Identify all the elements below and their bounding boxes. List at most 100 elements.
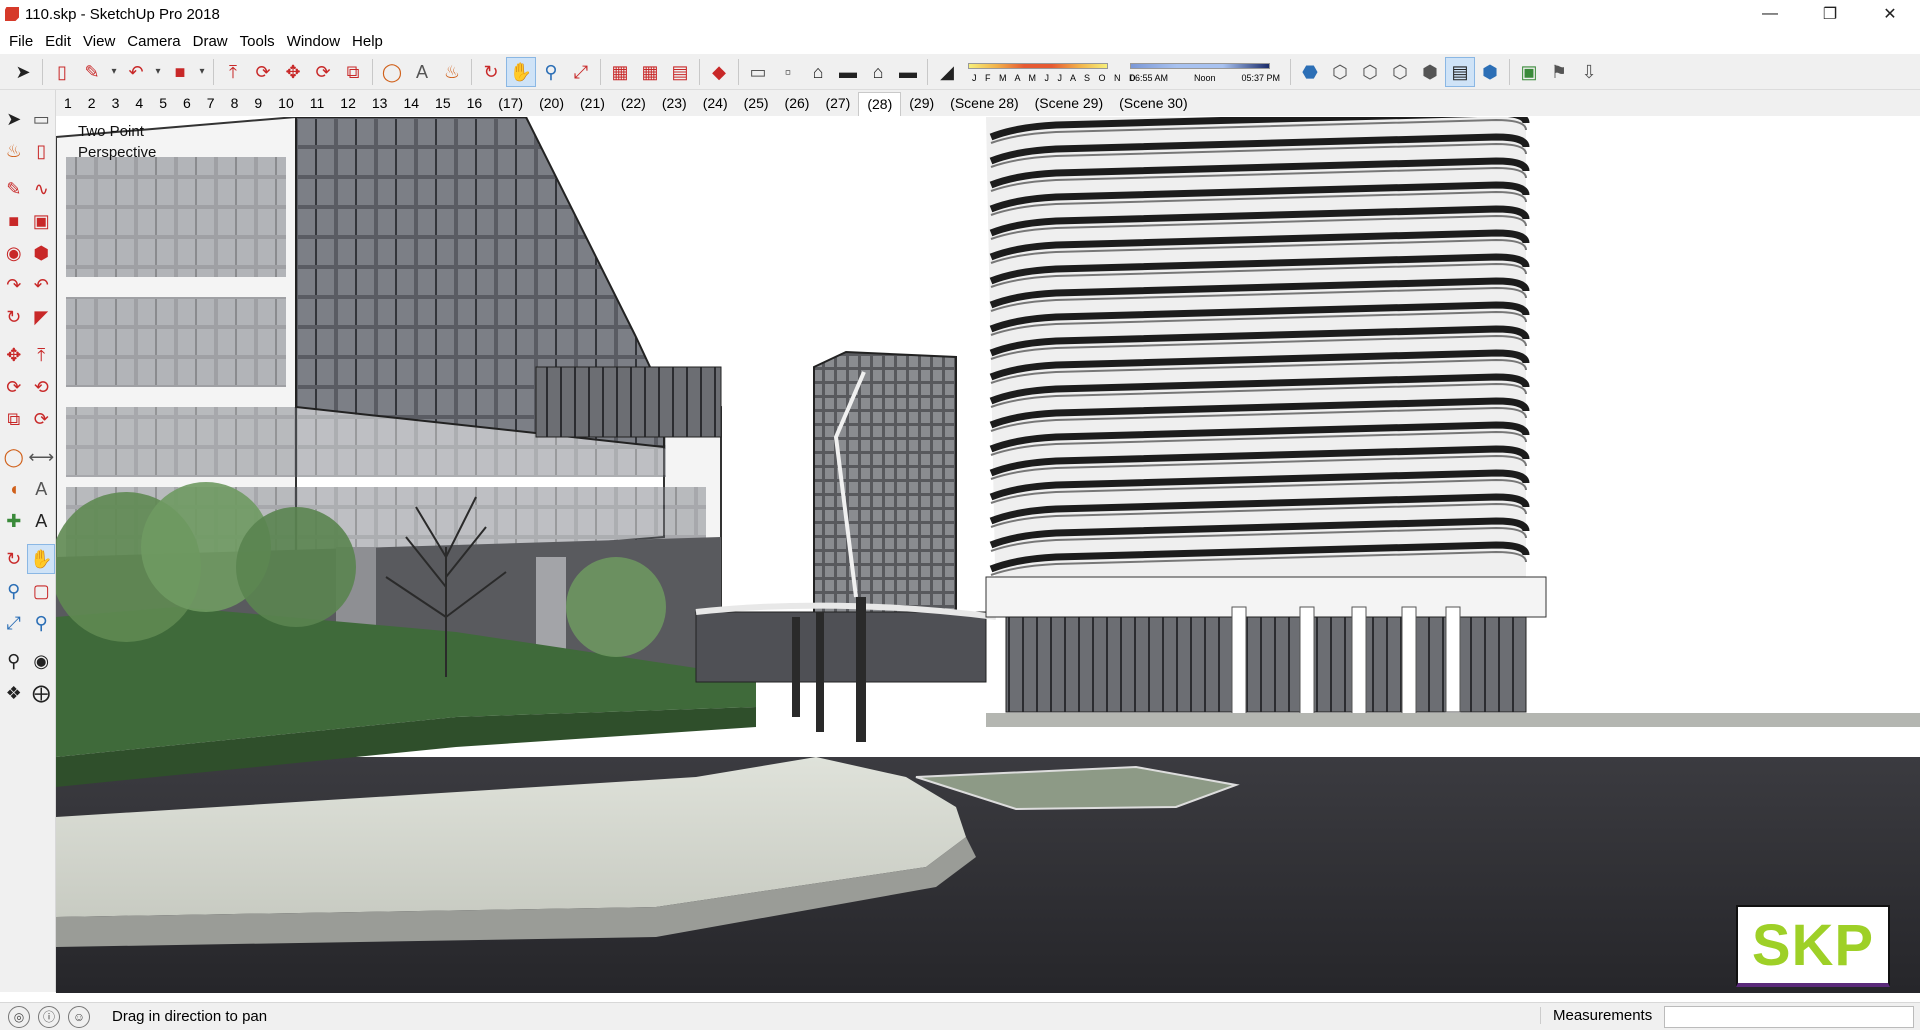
scene-tab[interactable]: 7 [199,92,223,116]
measurements-input[interactable] [1664,1006,1914,1028]
shadows-toggle-icon[interactable]: ◢ [932,57,962,87]
two-point-arc-icon[interactable]: ↶ [28,270,56,300]
wireframe-style-icon[interactable]: ⬡ [1355,57,1385,87]
offset-tool-icon[interactable]: ⟳ [28,404,56,434]
text-tool-icon[interactable]: A [407,57,437,87]
extension-manager-icon[interactable]: ◆ [704,57,734,87]
3d-text-icon[interactable]: A [28,506,56,536]
pan-tool-icon[interactable]: ✋ [27,544,55,574]
scene-tab[interactable]: (27) [817,92,858,116]
scene-tab[interactable]: 5 [151,92,175,116]
scene-tab[interactable]: 4 [127,92,151,116]
scene-tab[interactable]: 14 [395,92,427,116]
dimension-tool-icon[interactable]: ⟷ [28,442,56,472]
menu-view[interactable]: View [79,33,123,50]
arc-tool-icon[interactable]: ↷ [0,270,28,300]
pie-tool-icon[interactable]: ◤ [28,302,56,332]
scene-tab[interactable]: (Scene 30) [1111,92,1195,116]
push-pull-icon[interactable]: ⤒ [218,57,248,87]
scene-tab[interactable]: (21) [572,92,613,116]
scene-tab[interactable]: (22) [613,92,654,116]
scene-tab[interactable]: 1 [56,92,80,116]
scene-tab[interactable]: 10 [270,92,302,116]
back-view-icon[interactable]: ⌂ [863,57,893,87]
make-component-icon[interactable]: ▭ [28,104,56,134]
zoom-tool-icon[interactable]: ⚲ [536,57,566,87]
restore-button[interactable]: ❐ [1800,0,1860,28]
shadow-date-slider[interactable]: J F M A M J J A S O N D [968,57,1136,87]
rectangle-tool-icon[interactable]: ■ [165,57,195,87]
add-terrain-icon[interactable]: ⚑ [1544,57,1574,87]
scene-tab[interactable]: 8 [223,92,247,116]
scene-tab[interactable]: (17) [490,92,531,116]
scale-tool-icon[interactable]: ⧉ [338,57,368,87]
front-view-icon[interactable]: ⌂ [803,57,833,87]
orbit-tool-icon[interactable]: ↻ [476,57,506,87]
minimize-button[interactable]: — [1740,0,1800,28]
shaded-textures-style-icon[interactable]: ▤ [1445,56,1475,87]
geo-location-status-icon[interactable]: ◎ [8,1005,30,1028]
scene-tab[interactable]: 12 [332,92,364,116]
scene-tab[interactable]: (24) [695,92,736,116]
scene-tab[interactable]: (25) [736,92,777,116]
geo-location-icon[interactable]: ▣ [1514,57,1544,87]
select-tool-icon[interactable]: ➤ [8,57,38,87]
shaded-style-icon[interactable]: ⬢ [1415,57,1445,87]
previous-view-icon[interactable]: ⚲ [28,608,56,638]
left-view-icon[interactable]: ▬ [893,57,923,87]
scene-tab[interactable]: 2 [80,92,104,116]
eraser-tool-icon[interactable]: ▯ [47,57,77,87]
move-tool-icon[interactable]: ✥ [0,340,28,370]
scene-tab[interactable]: (Scene 28) [942,92,1026,116]
scene-tab[interactable]: (28) [858,92,902,116]
menu-tools[interactable]: Tools [236,33,283,50]
scene-tab[interactable]: 6 [175,92,199,116]
rotated-rectangle-icon[interactable]: ▣ [28,206,56,236]
top-view-icon[interactable]: ▫ [773,57,803,87]
menu-window[interactable]: Window [283,33,348,50]
scene-tab[interactable]: (23) [654,92,695,116]
3d-warehouse-icon[interactable]: ▦ [605,57,635,87]
polygon-tool-icon[interactable]: ⬢ [28,238,56,268]
scene-tab[interactable]: 16 [459,92,491,116]
zoom-tool-icon[interactable]: ⚲ [0,576,28,606]
pencil-tool-icon[interactable]: ✎ [77,57,107,87]
chevron-down-icon[interactable]: ▾ [195,57,209,87]
monochrome-style-icon[interactable]: ⬢ [1475,57,1505,87]
menu-file[interactable]: File [5,33,41,50]
look-around-icon[interactable]: ◉ [28,646,56,676]
right-view-icon[interactable]: ▬ [833,57,863,87]
scene-tab[interactable]: (26) [777,92,818,116]
chevron-down-icon[interactable]: ▾ [151,57,165,87]
scene-tab[interactable]: (20) [531,92,572,116]
hidden-line-style-icon[interactable]: ⬡ [1385,57,1415,87]
three-point-arc-icon[interactable]: ↻ [0,302,28,332]
rotate-tool-icon[interactable]: ⟳ [0,372,28,402]
rectangle-tool-icon[interactable]: ■ [0,206,28,236]
scene-tab[interactable]: 9 [246,92,270,116]
layout-send-icon[interactable]: ▤ [665,57,695,87]
scene-tab[interactable]: 11 [302,92,333,116]
xray-style-icon[interactable]: ⬣ [1295,57,1325,87]
axes-tool-icon[interactable]: ✚ [0,506,28,536]
zoom-window-icon[interactable]: ▢ [28,576,56,606]
follow-me-icon[interactable]: ⟲ [28,372,56,402]
tape-measure-icon[interactable]: ◯ [0,442,28,472]
position-camera-icon[interactable]: ⚲ [0,646,28,676]
orbit-tool-icon[interactable]: ↻ [0,544,27,574]
user-account-icon[interactable]: ☺ [68,1005,90,1028]
paint-bucket-icon[interactable]: ♨ [437,57,467,87]
rotate-tool-icon[interactable]: ⟳ [308,57,338,87]
iso-view-icon[interactable]: ▭ [743,57,773,87]
menu-draw[interactable]: Draw [189,33,236,50]
scene-tab[interactable]: (Scene 29) [1027,92,1111,116]
circle-tool-icon[interactable]: ◉ [0,238,28,268]
scale-tool-icon[interactable]: ⧉ [0,404,28,434]
freehand-tool-icon[interactable]: ∿ [28,174,56,204]
model-viewport[interactable]: Two Point Perspective SKP [56,117,1920,993]
scene-tab[interactable]: 15 [427,92,459,116]
chevron-down-icon[interactable]: ▾ [107,57,121,87]
back-edges-style-icon[interactable]: ⬡ [1325,57,1355,87]
credits-info-icon[interactable]: ⓘ [38,1005,60,1028]
zoom-extents-icon[interactable]: ⤢ [566,57,596,87]
